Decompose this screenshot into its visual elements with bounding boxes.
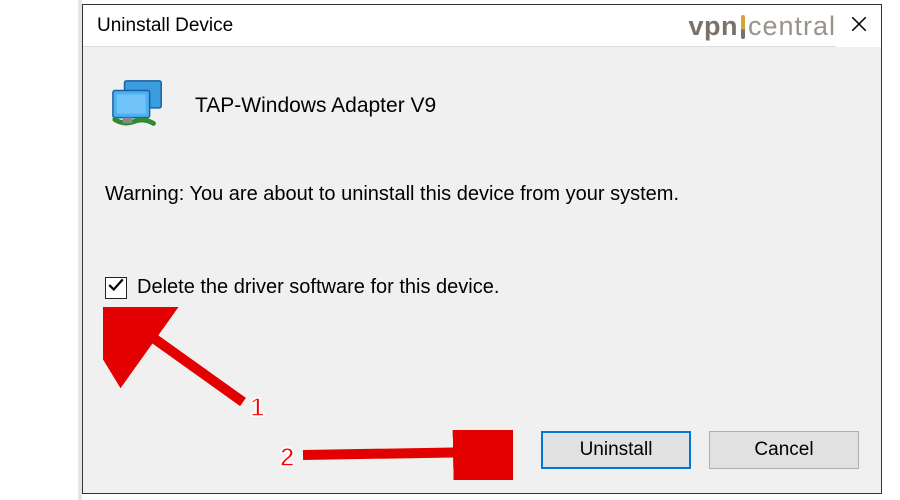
device-header: TAP-Windows Adapter V9 (105, 77, 859, 135)
dialog-button-row: Uninstall Cancel (541, 431, 859, 469)
uninstall-device-dialog: Uninstall Device vpn central TAP-Windows (82, 4, 882, 494)
close-button[interactable] (836, 5, 881, 47)
annotation-number-2: 2 (280, 442, 294, 473)
watermark-logo: vpn central (688, 11, 836, 42)
annotation-arrow-1 (103, 307, 273, 417)
checkmark-icon (107, 276, 125, 299)
device-name-label: TAP-Windows Adapter V9 (195, 94, 436, 118)
delete-driver-checkbox[interactable] (105, 277, 127, 299)
watermark-divider-icon (741, 15, 745, 39)
warning-text: Warning: You are about to uninstall this… (105, 183, 859, 206)
annotation-arrow-2 (293, 430, 513, 480)
dialog-title: Uninstall Device (97, 15, 233, 37)
cancel-button[interactable]: Cancel (709, 431, 859, 469)
close-icon (850, 13, 868, 39)
annotation-number-1: 1 (250, 392, 264, 423)
uninstall-button[interactable]: Uninstall (541, 431, 691, 469)
delete-driver-row: Delete the driver software for this devi… (105, 276, 859, 299)
network-adapter-icon (105, 77, 173, 135)
dialog-content: TAP-Windows Adapter V9 Warning: You are … (83, 47, 881, 493)
delete-driver-label: Delete the driver software for this devi… (137, 276, 499, 299)
